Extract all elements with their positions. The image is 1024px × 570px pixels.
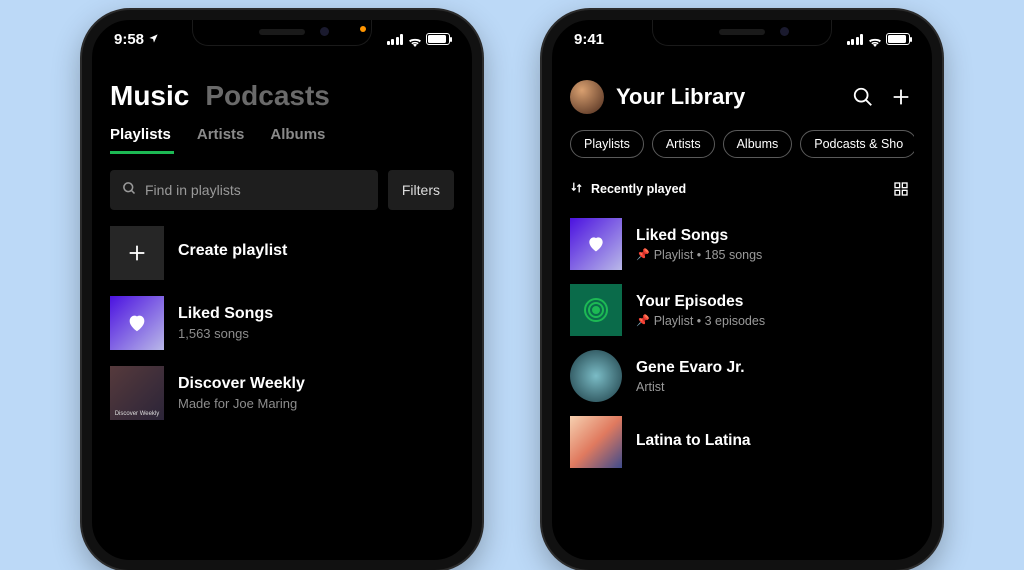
- sort-arrows-icon: [570, 181, 583, 197]
- top-tabs: Music Podcasts: [110, 80, 454, 112]
- pin-icon: 📌: [636, 314, 650, 327]
- phone-right: 9:41 Your Library Playlists Artists Albu…: [542, 10, 942, 570]
- library-row-your-episodes[interactable]: Your Episodes 📌 Playlist • 3 episodes: [570, 284, 914, 336]
- tab-music[interactable]: Music: [110, 80, 189, 112]
- row-title: Your Episodes: [636, 293, 765, 311]
- subtab-playlists[interactable]: Playlists: [110, 126, 171, 143]
- discover-weekly-sub: Made for Joe Maring: [178, 396, 305, 411]
- sort-label: Recently played: [591, 182, 686, 196]
- sort-button[interactable]: Recently played: [570, 181, 686, 197]
- recording-indicator-dot: [360, 26, 366, 32]
- row-meta: Playlist • 185 songs: [654, 248, 763, 262]
- chip-playlists[interactable]: Playlists: [570, 130, 644, 158]
- discover-weekly-title: Discover Weekly: [178, 375, 305, 393]
- subtab-albums[interactable]: Albums: [270, 126, 325, 143]
- page-title: Your Library: [616, 84, 838, 110]
- cellular-signal-icon: [387, 34, 404, 45]
- liked-songs-row[interactable]: Liked Songs 1,563 songs: [110, 296, 454, 350]
- filters-button[interactable]: Filters: [388, 170, 454, 210]
- liked-songs-thumb: [570, 218, 622, 270]
- notch: [192, 20, 372, 46]
- phone-left: 9:58 Music Podcasts Playlists Artists Al…: [82, 10, 482, 570]
- sub-tabs: Playlists Artists Albums: [110, 126, 454, 143]
- artist-thumb: [570, 350, 622, 402]
- status-time: 9:58: [114, 31, 144, 48]
- library-row-podcast[interactable]: Latina to Latina: [570, 416, 914, 468]
- battery-icon: [886, 33, 910, 45]
- chip-podcasts[interactable]: Podcasts & Sho: [800, 130, 914, 158]
- cellular-signal-icon: [847, 34, 864, 45]
- chip-artists[interactable]: Artists: [652, 130, 715, 158]
- location-arrow-icon: [148, 31, 159, 48]
- add-button[interactable]: [888, 84, 914, 110]
- search-icon: [852, 86, 874, 108]
- row-meta: Playlist • 3 episodes: [654, 314, 765, 328]
- podcast-thumb: [570, 416, 622, 468]
- filters-label: Filters: [402, 182, 440, 198]
- liked-songs-thumb: [110, 296, 164, 350]
- wifi-icon: [407, 34, 422, 45]
- episodes-icon: [584, 298, 608, 322]
- create-playlist-row[interactable]: Create playlist: [110, 226, 454, 280]
- avatar[interactable]: [570, 80, 604, 114]
- liked-songs-sub: 1,563 songs: [178, 326, 273, 341]
- heart-icon: [586, 234, 606, 254]
- heart-icon: [126, 312, 148, 334]
- liked-songs-title: Liked Songs: [178, 305, 273, 323]
- search-button[interactable]: [850, 84, 876, 110]
- search-icon: [122, 181, 137, 199]
- row-title: Gene Evaro Jr.: [636, 359, 745, 377]
- filter-chips: Playlists Artists Albums Podcasts & Sho: [570, 130, 914, 158]
- plus-icon: [126, 242, 148, 264]
- library-row-liked-songs[interactable]: Liked Songs 📌 Playlist • 185 songs: [570, 218, 914, 270]
- search-input[interactable]: Find in playlists: [110, 170, 378, 210]
- subtab-artists[interactable]: Artists: [197, 126, 245, 143]
- create-playlist-title: Create playlist: [178, 242, 287, 260]
- chip-albums[interactable]: Albums: [723, 130, 793, 158]
- discover-weekly-thumb: Discover Weekly: [110, 366, 164, 420]
- active-tab-underline: [110, 151, 174, 154]
- plus-icon: [890, 86, 912, 108]
- discover-weekly-row[interactable]: Discover Weekly Discover Weekly Made for…: [110, 366, 454, 420]
- library-row-artist[interactable]: Gene Evaro Jr. Artist: [570, 350, 914, 402]
- your-episodes-thumb: [570, 284, 622, 336]
- battery-icon: [426, 33, 450, 45]
- grid-icon: [893, 181, 909, 197]
- tab-podcasts[interactable]: Podcasts: [205, 80, 330, 112]
- grid-toggle-button[interactable]: [888, 176, 914, 202]
- create-playlist-thumb: [110, 226, 164, 280]
- row-title: Liked Songs: [636, 227, 762, 245]
- row-meta: Artist: [636, 380, 664, 394]
- row-title: Latina to Latina: [636, 432, 751, 450]
- wifi-icon: [867, 34, 882, 45]
- discover-weekly-thumb-text: Discover Weekly: [115, 411, 160, 417]
- search-placeholder: Find in playlists: [145, 182, 241, 198]
- pin-icon: 📌: [636, 248, 650, 261]
- notch: [652, 20, 832, 46]
- status-time: 9:41: [574, 31, 604, 48]
